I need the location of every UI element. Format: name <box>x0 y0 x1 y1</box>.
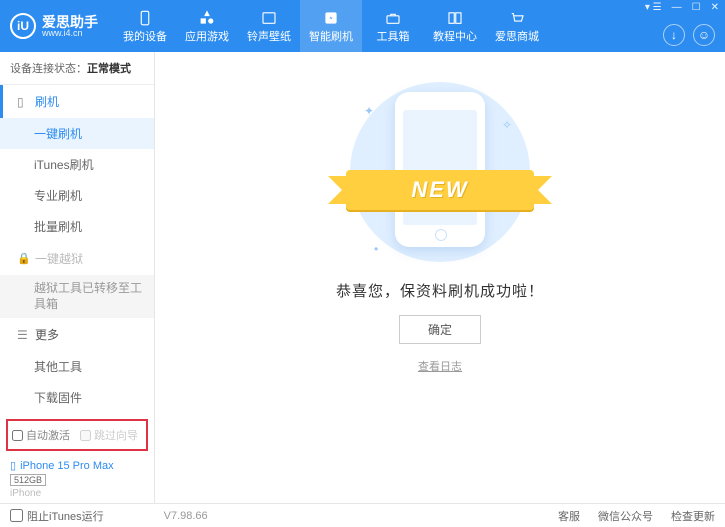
sidebar-item-advanced[interactable]: 高级功能 <box>0 413 154 415</box>
tab-toolbox[interactable]: 工具箱 <box>362 0 424 52</box>
footer: 阻止iTunes运行 V7.98.66 客服 微信公众号 检查更新 <box>0 503 725 527</box>
lock-icon: 🔒 <box>17 252 29 265</box>
auto-activate-checkbox[interactable]: 自动激活 <box>12 427 70 443</box>
sidebar-item-batch-flash[interactable]: 批量刷机 <box>0 211 154 242</box>
tab-tutorials[interactable]: 教程中心 <box>424 0 486 52</box>
maximize-button[interactable]: ☐ <box>692 2 701 13</box>
cart-icon <box>508 9 526 27</box>
toolbox-icon <box>384 9 402 27</box>
sparkle-icon: ✧ <box>502 118 512 132</box>
sparkle-icon: • <box>374 242 378 256</box>
tab-apps-games[interactable]: 应用游戏 <box>176 0 238 52</box>
support-link[interactable]: 客服 <box>558 508 580 524</box>
sidebar-item-oneclick-flash[interactable]: 一键刷机 <box>0 118 154 149</box>
apps-icon <box>198 9 216 27</box>
success-illustration: ✦ ✧ • NEW <box>350 82 530 262</box>
sparkle-icon: ✦ <box>364 104 374 118</box>
tab-ringtones-wallpapers[interactable]: 铃声壁纸 <box>238 0 300 52</box>
logo-icon: iU <box>10 13 36 39</box>
main-content: ✦ ✧ • NEW 恭喜您，保资料刷机成功啦！ 确定 查看日志 <box>155 52 725 503</box>
sidebar-item-pro-flash[interactable]: 专业刷机 <box>0 180 154 211</box>
skip-guide-checkbox[interactable]: 跳过向导 <box>80 427 138 443</box>
tab-my-device[interactable]: 我的设备 <box>114 0 176 52</box>
app-name: 爱思助手 <box>42 15 98 29</box>
new-ribbon: NEW <box>346 170 534 210</box>
app-header: iU 爱思助手 www.i4.cn 我的设备 应用游戏 铃声壁纸 智能刷机 工具… <box>0 0 725 52</box>
jailbreak-note: 越狱工具已转移至工具箱 <box>0 275 154 318</box>
wechat-link[interactable]: 微信公众号 <box>598 508 653 524</box>
block-itunes-checkbox[interactable]: 阻止iTunes运行 <box>10 508 104 524</box>
device-type: iPhone <box>10 488 144 499</box>
sidebar-item-itunes-flash[interactable]: iTunes刷机 <box>0 149 154 180</box>
options-highlight-box: 自动激活 跳过向导 <box>6 419 148 451</box>
logo: iU 爱思助手 www.i4.cn <box>10 13 98 39</box>
device-name[interactable]: ▯iPhone 15 Pro Max <box>10 459 144 472</box>
nav-tabs: 我的设备 应用游戏 铃声壁纸 智能刷机 工具箱 教程中心 爱思商城 <box>114 0 548 52</box>
phone-small-icon: ▯ <box>10 459 16 472</box>
category-jailbreak: 🔒一键越狱 <box>0 242 154 275</box>
category-flash[interactable]: ▯刷机 <box>0 85 154 118</box>
device-info: ▯iPhone 15 Pro Max 512GB iPhone <box>0 455 154 503</box>
version-label: V7.98.66 <box>164 510 208 522</box>
storage-badge: 512GB <box>10 474 46 486</box>
view-log-link[interactable]: 查看日志 <box>418 358 462 374</box>
close-button[interactable]: ✕ <box>711 2 719 13</box>
ok-button[interactable]: 确定 <box>399 315 481 344</box>
minimize-button[interactable]: — <box>672 2 682 13</box>
flash-icon <box>322 9 340 27</box>
sidebar: 设备连接状态：正常模式 ▯刷机 一键刷机 iTunes刷机 专业刷机 批量刷机 … <box>0 52 155 503</box>
device-icon <box>136 9 154 27</box>
window-controls: ▾ ☰ — ☐ ✕ <box>645 2 719 13</box>
book-icon <box>446 9 464 27</box>
category-more[interactable]: ☰更多 <box>0 318 154 351</box>
tab-store[interactable]: 爱思商城 <box>486 0 548 52</box>
sidebar-item-other-tools[interactable]: 其他工具 <box>0 351 154 382</box>
tab-smart-flash[interactable]: 智能刷机 <box>300 0 362 52</box>
success-message: 恭喜您，保资料刷机成功啦！ <box>336 280 544 301</box>
more-icon: ☰ <box>17 328 29 342</box>
phone-icon: ▯ <box>17 95 29 109</box>
download-button[interactable]: ↓ <box>663 24 685 46</box>
user-button[interactable]: ☺ <box>693 24 715 46</box>
image-icon <box>260 9 278 27</box>
check-update-link[interactable]: 检查更新 <box>671 508 715 524</box>
app-url: www.i4.cn <box>42 29 98 38</box>
connection-status: 设备连接状态：正常模式 <box>0 52 154 85</box>
menu-icon[interactable]: ▾ ☰ <box>645 2 662 13</box>
sidebar-item-download-firmware[interactable]: 下载固件 <box>0 382 154 413</box>
